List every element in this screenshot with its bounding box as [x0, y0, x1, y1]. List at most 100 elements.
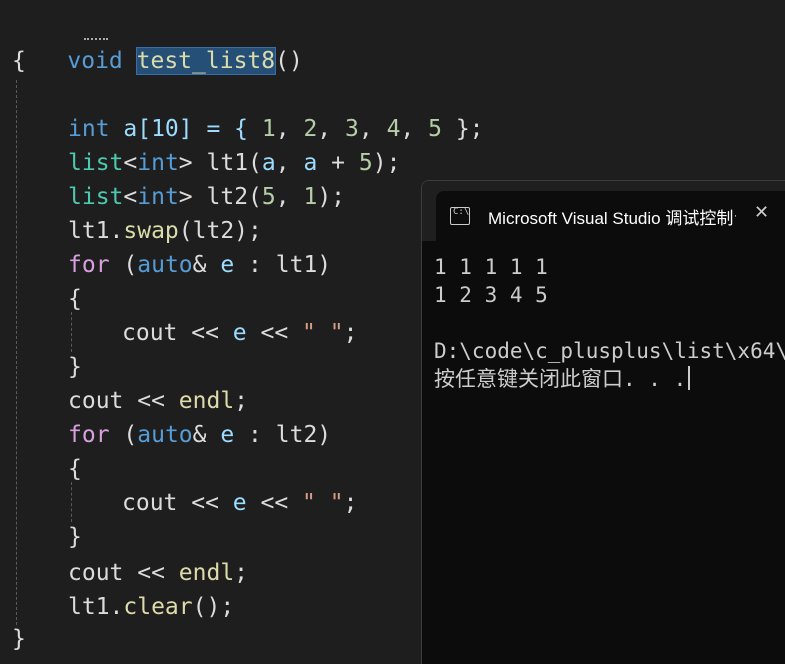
keyword: for: [68, 252, 110, 278]
method: swap: [123, 218, 179, 244]
code-line-endl[interactable]: cout << endl;: [68, 556, 248, 590]
text: (: [109, 422, 138, 448]
var: e: [220, 422, 235, 448]
angle: >: [178, 184, 193, 210]
text: };: [441, 116, 484, 142]
func: endl: [178, 560, 235, 586]
text: ,: [275, 150, 304, 176]
text: cout: [122, 320, 178, 346]
operator: <<: [123, 388, 179, 414]
code-line-for1[interactable]: for (auto& e : lt1): [68, 248, 331, 282]
code-line-cout[interactable]: cout << e << " ";: [122, 316, 357, 350]
text: &: [192, 422, 221, 448]
text: cout: [68, 388, 124, 414]
brace: {: [68, 456, 82, 482]
code-line-brace[interactable]: {: [68, 282, 82, 316]
number: 4: [386, 116, 401, 142]
code-line-func-decl[interactable]: void test_list8(): [12, 10, 303, 75]
var: a: [303, 150, 318, 176]
angle: >: [178, 150, 193, 176]
var: e: [220, 252, 235, 278]
code-line-clear[interactable]: lt1.clear();: [68, 590, 234, 624]
operator: <<: [177, 490, 233, 516]
code-line-lt1[interactable]: list<int> lt1(a, a + 5);: [68, 146, 400, 180]
text: cout: [68, 560, 124, 586]
code-line-brace[interactable]: }: [68, 350, 82, 384]
console-output-prompt: 按任意键关闭此窗口. . .: [434, 365, 691, 393]
indent-guide: [71, 312, 72, 352]
code-line-for2[interactable]: for (auto& e : lt2): [68, 418, 331, 452]
comma: ,: [275, 116, 304, 142]
console-output-line: 1 2 3 4 5: [434, 283, 548, 307]
code-line-cout[interactable]: cout << e << " ";: [122, 486, 357, 520]
text: (: [109, 252, 138, 278]
text: cout: [122, 490, 178, 516]
text: ();: [192, 594, 235, 620]
text: ,: [275, 184, 304, 210]
indent-guide: [16, 80, 17, 625]
parens: (): [275, 48, 303, 74]
text: : lt2): [234, 422, 332, 448]
text: (lt2);: [178, 218, 262, 244]
object: lt1.: [68, 218, 124, 244]
operator: <<: [123, 560, 179, 586]
object: lt1.: [68, 594, 124, 620]
angle: <: [123, 150, 138, 176]
number: 5: [358, 150, 373, 176]
console-prompt-text: 按任意键关闭此窗口. . .: [434, 367, 687, 391]
brace: }: [68, 354, 82, 380]
text: ;: [234, 388, 249, 414]
string: " ": [302, 320, 344, 346]
text: );: [372, 150, 401, 176]
code-line-lt2[interactable]: list<int> lt2(5, 1);: [68, 180, 345, 214]
text: );: [317, 184, 346, 210]
operator: <<: [177, 320, 233, 346]
brace: {: [68, 286, 82, 312]
close-icon[interactable]: ✕: [754, 202, 769, 223]
code-line-swap[interactable]: lt1.swap(lt2);: [68, 214, 262, 248]
console-tab[interactable]: C:\ Microsoft Visual Studio 调试控制台 ✕: [436, 191, 785, 241]
keyword: auto: [137, 252, 193, 278]
number: 3: [345, 116, 359, 142]
console-app-icon: C:\: [450, 207, 470, 225]
console-output-line: D:\code\c_plusplus\list\x64\Debug\list.e…: [434, 339, 785, 363]
type: int: [137, 150, 179, 176]
debug-console-window[interactable]: C:\ Microsoft Visual Studio 调试控制台 ✕ 1 1 …: [421, 180, 785, 664]
type: int: [68, 116, 110, 142]
var: e: [232, 320, 247, 346]
keyword: for: [68, 422, 110, 448]
text: ;: [343, 490, 358, 516]
console-output-line: 1 1 1 1 1: [434, 255, 548, 279]
number: 2: [303, 116, 318, 142]
number: 1: [261, 116, 276, 142]
method: clear: [123, 594, 193, 620]
text: lt1(: [192, 150, 262, 176]
code-line-endl[interactable]: cout << endl;: [68, 384, 248, 418]
code-line-brace[interactable]: }: [12, 622, 26, 656]
console-title: Microsoft Visual Studio 调试控制台: [488, 209, 736, 228]
func: endl: [178, 388, 235, 414]
type: list: [68, 150, 124, 176]
text: lt2(: [192, 184, 262, 210]
operator: <<: [246, 320, 303, 346]
string: " ": [302, 490, 344, 516]
keyword: auto: [137, 422, 193, 448]
console-titlebar[interactable]: C:\ Microsoft Visual Studio 调试控制台 ✕: [422, 181, 785, 241]
function-name-selected[interactable]: test_list8: [135, 47, 277, 75]
code-line-brace[interactable]: }: [68, 520, 82, 554]
comma: ,: [400, 116, 429, 142]
text: a[10] = {: [109, 116, 262, 142]
text: ;: [343, 320, 358, 346]
code-line-array[interactable]: int a[10] = { 1, 2, 3, 4, 5 };: [68, 112, 484, 146]
code-line-brace[interactable]: {: [12, 44, 26, 78]
type: int: [137, 184, 179, 210]
number: 5: [261, 184, 276, 210]
comma: ,: [317, 116, 345, 142]
code-line-brace[interactable]: {: [68, 452, 82, 486]
var: a: [261, 150, 276, 176]
text: : lt1): [234, 252, 332, 278]
comma: ,: [358, 116, 387, 142]
brace: {: [12, 48, 26, 74]
brace: }: [12, 626, 26, 652]
type: list: [68, 184, 124, 210]
